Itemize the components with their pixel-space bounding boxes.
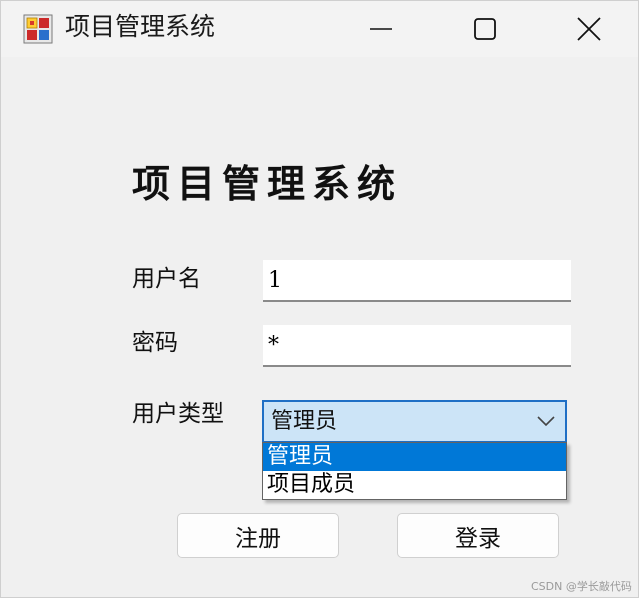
login-button[interactable]: 登录: [397, 513, 559, 558]
password-input[interactable]: *: [263, 325, 571, 367]
close-button[interactable]: [541, 1, 637, 57]
usertype-select[interactable]: 管理员: [262, 400, 567, 443]
register-button[interactable]: 注册: [177, 513, 339, 558]
title-bar[interactable]: 项目管理系统: [1, 1, 638, 57]
usertype-selected-value: 管理员: [271, 409, 338, 434]
username-input[interactable]: 1: [263, 260, 571, 302]
form-heading: 项目管理系统: [132, 161, 403, 206]
app-window-icon: [23, 14, 53, 44]
usertype-label: 用户类型: [132, 401, 224, 427]
minimize-button[interactable]: [333, 1, 429, 57]
username-label: 用户名: [132, 266, 201, 292]
watermark-text: CSDN @学长敲代码: [531, 580, 632, 593]
maximize-icon: [474, 18, 496, 40]
maximize-button[interactable]: [437, 1, 533, 57]
password-label: 密码: [132, 330, 178, 356]
minimize-icon: [370, 28, 392, 30]
window-title: 项目管理系统: [65, 12, 216, 41]
close-icon: [577, 17, 601, 41]
chevron-down-icon[interactable]: [537, 415, 555, 427]
usertype-dropdown-list: 管理员 项目成员: [262, 442, 567, 500]
usertype-option-member[interactable]: 项目成员: [263, 471, 566, 499]
login-window: 项目管理系统 项目管理系统 用户名 1 密码 * 用户类型 管理员 管理员 项目…: [0, 0, 639, 598]
usertype-option-admin[interactable]: 管理员: [263, 443, 566, 471]
